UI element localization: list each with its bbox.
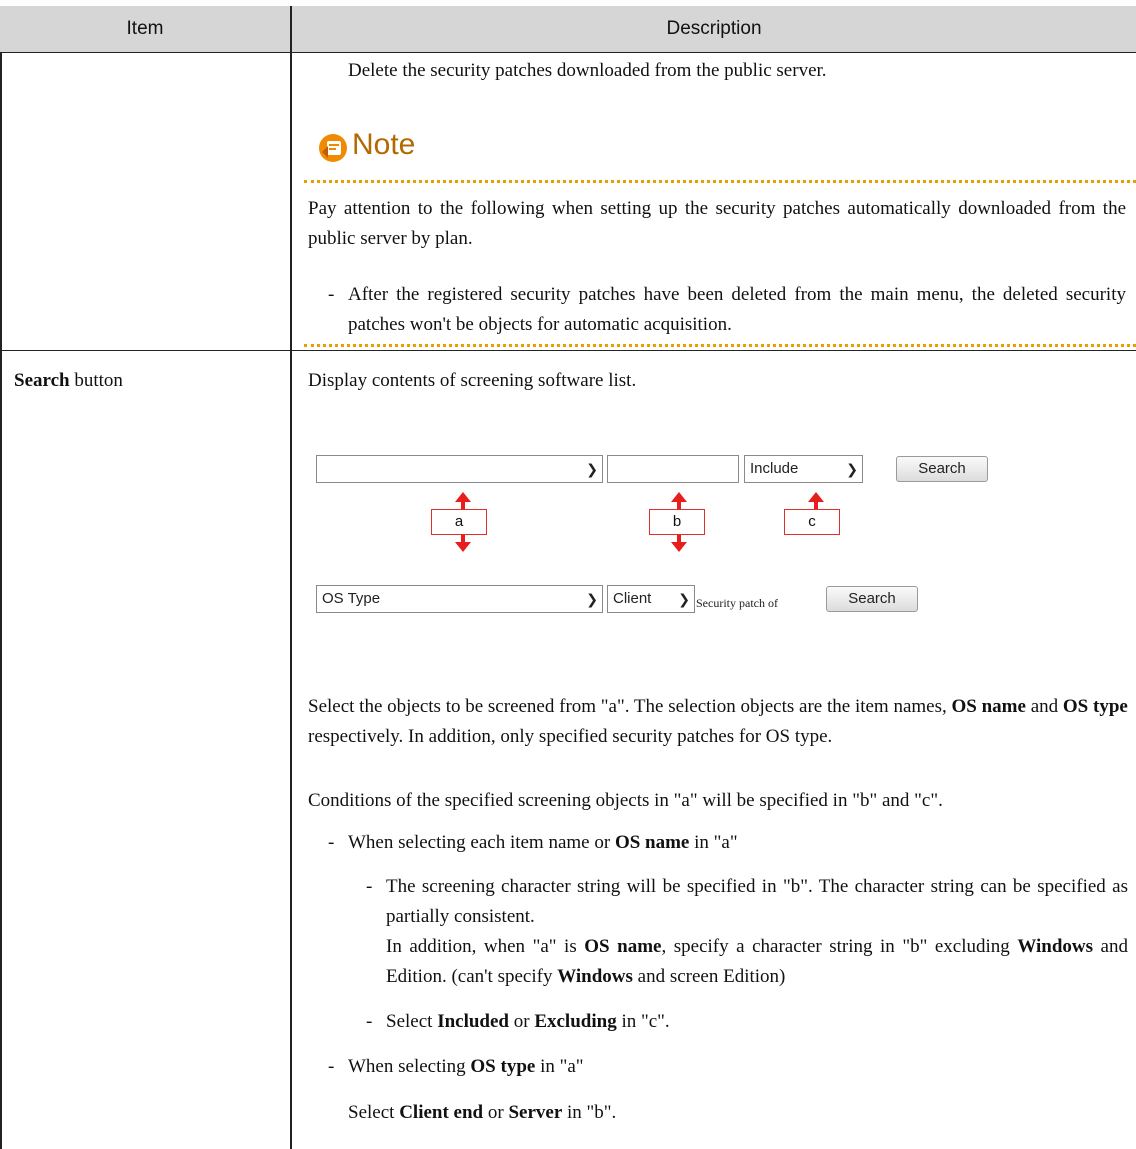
chevron-down-icon: ❯ [846,461,858,477]
sb2-pre: Select [386,1011,438,1032]
b1-post: in "a" [689,832,738,853]
mock-os-type-value: OS Type [322,590,381,607]
p1-os-type: OS type [1062,696,1128,717]
mock-input-b[interactable] [607,455,739,483]
last-server: Server [508,1102,563,1123]
note-top-dots [304,180,1136,183]
last-client-end: Client end [399,1102,484,1123]
last-post: in "b". [562,1102,617,1123]
chevron-down-icon: ❯ [678,591,690,607]
item-suffix: button [74,370,123,391]
p1-pre: Select the objects to be screened from "… [308,696,952,717]
sb2-included: Included [437,1011,509,1032]
p1-os-name: OS name [951,696,1026,717]
note-hand-icon [319,134,347,162]
b1-bold: OS name [614,832,690,853]
b2-post: in "a" [535,1056,584,1077]
arrow-stem [814,502,818,509]
mock-select-c-value: Include [750,460,799,477]
header-item: Item [126,18,164,39]
mock-select-client[interactable]: Client ❯ [607,585,695,613]
b2-pre: When selecting [348,1056,471,1077]
sb1-line3-post: and screen Edition) [632,966,786,987]
sub-bullet-dash: - [366,876,373,897]
arrow-stem [677,502,681,509]
b1-pre: When selecting each item name or [348,832,615,853]
p1-mid: and [1025,696,1063,717]
note-bullet-dash: - [328,284,335,305]
mock-security-patch-text: Security patch of [696,596,778,610]
label-a: a [431,509,487,535]
row2-paragraph-2: Conditions of the specified screening ob… [308,790,943,811]
table-left-border [0,6,2,1149]
sub-bullet-dash: - [366,1011,373,1032]
row2-item-label: Search button [14,366,123,396]
sb2-excluding: Excluding [534,1011,617,1032]
mock-search-button-bottom[interactable]: Search [826,586,918,612]
mock-select-os-type[interactable]: OS Type ❯ [316,585,603,613]
label-c: c [784,509,840,535]
os-type-detail: Select Client end or Server in "b". [348,1098,616,1128]
mock-search-button-top[interactable]: Search [896,456,988,482]
sb1-windows-2: Windows [557,966,633,987]
sb1-line2-bold: OS name [584,936,662,957]
note-bottom-dots [304,344,1136,347]
last-mid: or [483,1102,509,1123]
table-header: Item Description [0,6,1136,53]
p1-post: respectively. In addition, only specifie… [308,726,833,747]
sb1-windows-1: Windows [1017,936,1094,957]
note-text: Pay attention to the following when sett… [308,198,1126,249]
arrow-stem [461,535,465,542]
row1-description: Delete the security patches downloaded f… [348,60,827,81]
search-button-name: Search [14,370,70,391]
chevron-down-icon: ❯ [586,461,598,477]
label-b: b [649,509,705,535]
mock-client-value: Client [613,590,652,607]
row-divider [0,350,1136,351]
bullet-item-name: When selecting each item name or OS name… [348,828,738,858]
sb1-line1: The screening character string will be s… [386,876,1128,927]
bullet-os-type: When selecting OS type in "a" [348,1052,584,1082]
arrow-up-icon [808,492,824,502]
arrow-stem [677,535,681,542]
sb2-post: in "c". [616,1011,670,1032]
search-ui-mockup: ❯ Include ❯ Search a b c OS Type ❯ Client ❯… [316,455,988,655]
sb1-line2-pre: In addition, when "a" is [386,936,585,957]
mock-select-a[interactable]: ❯ [316,455,603,483]
arrow-up-icon [455,492,471,502]
row2-paragraph-1: Select the objects to be screened from "… [308,692,1128,752]
sb1-line2-post: , specify a character string in "b" excl… [661,936,1018,957]
mock-select-c[interactable]: Include ❯ [744,455,863,483]
bullet-dash: - [328,832,335,853]
column-divider [290,6,292,1149]
row2-intro: Display contents of screening software l… [308,370,637,391]
note-bullet-text: After the registered security patches ha… [348,284,1126,335]
sub-bullet-screening: The screening character string will be s… [386,872,1128,992]
bullet-dash: - [328,1056,335,1077]
arrow-stem [461,502,465,509]
arrow-up-icon [671,492,687,502]
arrow-down-icon [455,542,471,552]
chevron-down-icon: ❯ [586,591,598,607]
arrow-down-icon [671,542,687,552]
last-pre: Select [348,1102,400,1123]
sb2-mid: or [509,1011,535,1032]
note-title: Note [352,128,416,161]
sub-bullet-include: Select Included or Excluding in "c". [386,1007,670,1037]
header-description: Description [666,18,762,39]
b2-bold: OS type [470,1056,536,1077]
